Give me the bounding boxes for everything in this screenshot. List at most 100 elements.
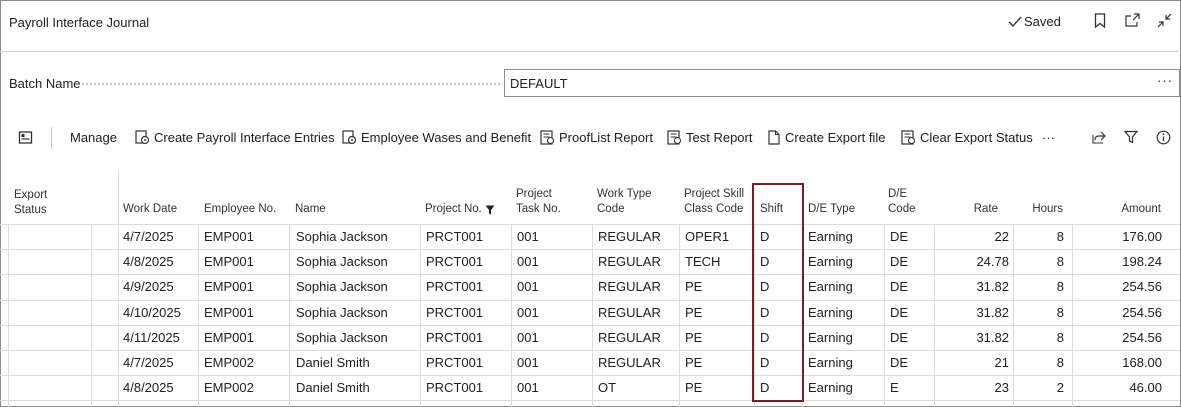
cell-name[interactable]: Daniel Smith <box>296 350 370 375</box>
cell-name[interactable]: Daniel Smith <box>296 375 370 400</box>
collapse-icon[interactable] <box>1156 12 1172 28</box>
cell-work-type-code[interactable]: REGULAR <box>598 274 661 299</box>
cell-project-skill-class-code[interactable]: TECH <box>685 249 720 274</box>
cell-amount[interactable]: 254.56 <box>1082 274 1162 299</box>
share-icon[interactable] <box>1092 130 1107 144</box>
cell-project-task-no[interactable]: 001 <box>517 350 539 375</box>
cell-work-date[interactable]: 4/10/2025 <box>123 300 181 325</box>
prooflist-report-button[interactable]: ProofList Report <box>540 130 653 145</box>
cell-work-date[interactable]: 4/8/2025 <box>123 375 174 400</box>
cell-amount[interactable]: 168.00 <box>1082 350 1162 375</box>
cell-rate[interactable]: 21 <box>949 350 1009 375</box>
cell-de-code[interactable]: DE <box>890 300 908 325</box>
cell-work-type-code[interactable]: REGULAR <box>598 249 661 274</box>
column-header-project-no[interactable]: Project No. <box>425 172 510 224</box>
cell-de-code[interactable]: DE <box>890 325 908 350</box>
column-header-amount[interactable]: Amount <box>1080 172 1161 224</box>
cell-project-task-no[interactable]: 001 <box>517 224 539 249</box>
cell-work-date[interactable]: 4/11/2025 <box>123 325 180 350</box>
cell-employee-no[interactable]: EMP001 <box>204 325 254 350</box>
cell-employee-no[interactable]: EMP001 <box>204 300 254 325</box>
column-header-rate[interactable]: Rate <box>940 172 998 224</box>
cell-de-code[interactable]: DE <box>890 274 908 299</box>
cell-name[interactable]: Sophia Jackson <box>296 249 388 274</box>
cell-de-type[interactable]: Earning <box>808 375 853 400</box>
cell-work-type-code[interactable]: REGULAR <box>598 325 661 350</box>
cell-name[interactable]: Sophia Jackson <box>296 274 388 299</box>
cell-de-code[interactable]: DE <box>890 249 908 274</box>
cell-project-skill-class-code[interactable]: PE <box>685 274 702 299</box>
open-new-window-icon[interactable] <box>1124 12 1140 28</box>
table-row[interactable]: 4/10/2025 EMP001 Sophia Jackson PRCT001 001 R… <box>0 300 1180 325</box>
table-row[interactable]: 4/9/2025 EMP001 Sophia Jackson PRCT001 001 RE… <box>0 274 1180 299</box>
cell-project-skill-class-code[interactable]: PE <box>685 375 702 400</box>
cell-project-task-no[interactable]: 001 <box>517 249 539 274</box>
cell-de-code[interactable]: E <box>890 375 899 400</box>
cell-work-type-code[interactable]: REGULAR <box>598 224 661 249</box>
column-header-de-type[interactable]: D/E Type <box>808 172 878 224</box>
table-row[interactable]: 4/8/2025 EMP002 Daniel Smith PRCT001 001 OT PE… <box>0 375 1180 400</box>
cell-project-task-no[interactable]: 001 <box>517 325 539 350</box>
batch-more-button[interactable]: ··· <box>1157 73 1173 88</box>
cell-amount[interactable]: 176.00 <box>1082 224 1162 249</box>
cell-de-type[interactable]: Earning <box>808 224 853 249</box>
batch-name-field[interactable]: DEFAULT ··· <box>504 69 1180 97</box>
column-header-work-type-code[interactable]: Work Type Code <box>597 172 672 224</box>
cell-project-skill-class-code[interactable]: OPER1 <box>685 224 729 249</box>
cell-hours[interactable]: 8 <box>1024 274 1064 299</box>
cell-rate[interactable]: 31.82 <box>949 325 1009 350</box>
cell-project-skill-class-code[interactable]: PE <box>685 325 702 350</box>
cell-name[interactable]: Sophia Jackson <box>296 300 388 325</box>
page-view-icon[interactable] <box>18 130 33 145</box>
cell-project-no[interactable]: PRCT001 <box>426 375 483 400</box>
cell-de-type[interactable]: Earning <box>808 249 853 274</box>
cell-project-no[interactable]: PRCT001 <box>426 325 483 350</box>
cell-work-type-code[interactable]: REGULAR <box>598 300 661 325</box>
cell-project-skill-class-code[interactable]: PE <box>685 300 702 325</box>
cell-de-code[interactable]: DE <box>890 224 908 249</box>
table-row[interactable]: 4/8/2025 EMP001 Sophia Jackson PRCT001 001 RE… <box>0 249 1180 274</box>
cell-work-type-code[interactable]: OT <box>598 375 616 400</box>
create-export-file-button[interactable]: Create Export file <box>767 130 885 145</box>
cell-project-task-no[interactable]: 001 <box>517 300 539 325</box>
cell-work-date[interactable]: 4/8/2025 <box>123 249 174 274</box>
column-header-project-skill-class-code[interactable]: Project Skill Class Code <box>684 172 750 224</box>
cell-de-type[interactable]: Earning <box>808 300 853 325</box>
cell-work-date[interactable]: 4/7/2025 <box>123 224 174 249</box>
cell-employee-no[interactable]: EMP002 <box>204 350 254 375</box>
table-row[interactable]: 4/7/2025 EMP001 Sophia Jackson PRCT001 001 RE… <box>0 224 1180 249</box>
cell-hours[interactable]: 8 <box>1024 300 1064 325</box>
cell-project-task-no[interactable]: 001 <box>517 274 539 299</box>
cell-amount[interactable]: 46.00 <box>1082 375 1162 400</box>
cell-project-no[interactable]: PRCT001 <box>426 350 483 375</box>
column-header-de-code[interactable]: D/E Code <box>888 172 928 224</box>
info-icon[interactable] <box>1156 130 1171 145</box>
cell-rate[interactable]: 31.82 <box>949 274 1009 299</box>
cell-project-task-no[interactable]: 001 <box>517 375 539 400</box>
cell-employee-no[interactable]: EMP001 <box>204 274 254 299</box>
cell-hours[interactable]: 2 <box>1024 375 1064 400</box>
cell-employee-no[interactable]: EMP002 <box>204 375 254 400</box>
column-header-employee-no[interactable]: Employee No. <box>204 172 289 224</box>
cell-amount[interactable]: 254.56 <box>1082 325 1162 350</box>
cell-hours[interactable]: 8 <box>1024 249 1064 274</box>
employee-wages-benefit-button[interactable]: Employee Wases and Benefit <box>342 130 531 145</box>
column-header-project-task-no[interactable]: Project Task No. <box>516 172 586 224</box>
more-actions-button[interactable]: ··· <box>1042 130 1055 145</box>
cell-employee-no[interactable]: EMP001 <box>204 249 254 274</box>
column-header-work-date[interactable]: Work Date <box>123 172 198 224</box>
cell-rate[interactable]: 31.82 <box>949 300 1009 325</box>
cell-rate[interactable]: 23 <box>949 375 1009 400</box>
table-row[interactable]: 4/7/2025 EMP002 Daniel Smith PRCT001 001 REGU… <box>0 350 1180 375</box>
cell-project-skill-class-code[interactable]: PE <box>685 350 702 375</box>
cell-de-code[interactable]: DE <box>890 350 908 375</box>
cell-de-type[interactable]: Earning <box>808 325 853 350</box>
column-header-export-status[interactable]: Export Status <box>14 172 104 224</box>
cell-rate[interactable]: 22 <box>949 224 1009 249</box>
cell-amount[interactable]: 254.56 <box>1082 300 1162 325</box>
clear-export-status-button[interactable]: Clear Export Status <box>901 130 1033 145</box>
cell-hours[interactable]: 8 <box>1024 325 1064 350</box>
cell-hours[interactable]: 8 <box>1024 350 1064 375</box>
cell-work-date[interactable]: 4/9/2025 <box>123 274 174 299</box>
cell-amount[interactable]: 198.24 <box>1082 249 1162 274</box>
